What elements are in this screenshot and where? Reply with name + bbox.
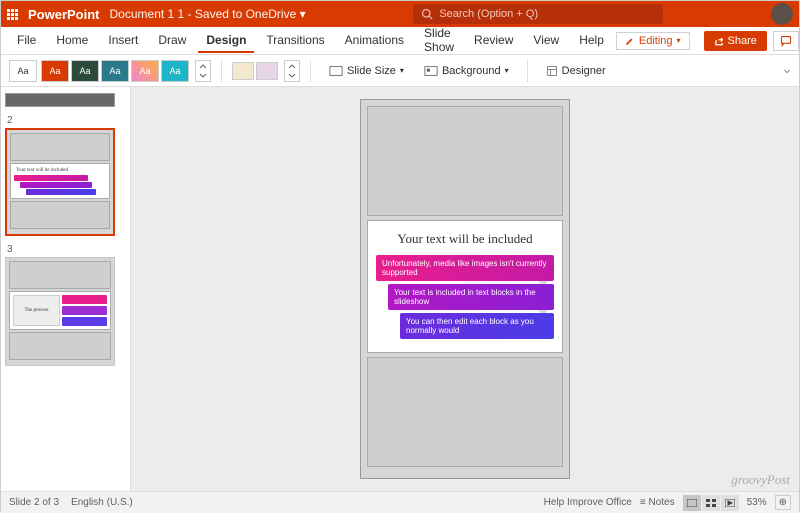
app-name: PowerPoint — [28, 7, 100, 22]
tab-review[interactable]: Review — [466, 29, 521, 53]
slide-size-button[interactable]: Slide Size ▾ — [321, 61, 412, 81]
title-bar: PowerPoint Document 1 1 - Saved to OneDr… — [1, 1, 799, 27]
variant-gallery — [232, 62, 278, 80]
slide-canvas[interactable]: Your text will be included Unfortunately… — [131, 87, 799, 491]
designer-icon — [546, 65, 558, 77]
tab-design[interactable]: Design — [198, 29, 254, 53]
thumbnail-slide-2[interactable]: 2 Your text will be included — [5, 115, 126, 236]
editing-mode-button[interactable]: Editing ▾ — [616, 32, 690, 50]
sorter-view-button[interactable] — [702, 495, 720, 511]
theme-more-button[interactable] — [195, 60, 211, 82]
search-icon — [421, 8, 433, 20]
share-icon — [714, 36, 724, 46]
comment-icon — [780, 35, 792, 47]
theme-swatch-3[interactable]: Aa — [101, 60, 129, 82]
normal-view-button[interactable] — [683, 495, 701, 511]
tab-home[interactable]: Home — [48, 29, 96, 53]
slide-block-3[interactable]: You can then edit each block as you norm… — [400, 313, 554, 339]
slide-content[interactable]: Your text will be included Unfortunately… — [367, 220, 563, 353]
thumbnail-slide-1-partial[interactable] — [5, 93, 126, 107]
slide-title-text[interactable]: Your text will be included — [376, 231, 554, 247]
tab-animations[interactable]: Animations — [337, 29, 412, 53]
tab-draw[interactable]: Draw — [150, 29, 194, 53]
app-launcher-icon[interactable] — [7, 9, 18, 20]
theme-swatch-4[interactable]: Aa — [131, 60, 159, 82]
comments-button[interactable] — [773, 31, 799, 51]
designer-button[interactable]: Designer — [538, 61, 614, 81]
zoom-level[interactable]: 53% — [747, 497, 767, 508]
current-slide[interactable]: Your text will be included Unfortunately… — [360, 99, 570, 479]
slide-counter[interactable]: Slide 2 of 3 — [9, 497, 59, 508]
variant-swatch-2[interactable] — [256, 62, 278, 80]
document-title[interactable]: Document 1 1 - Saved to OneDrive ▾ — [110, 7, 306, 21]
background-icon — [424, 65, 438, 77]
ribbon-collapse-button[interactable] — [783, 64, 791, 78]
fit-to-window-button[interactable]: ⊕ — [775, 495, 791, 510]
thumbnail-slide-3[interactable]: 3 The process — [5, 244, 126, 366]
view-mode-buttons — [683, 495, 739, 511]
theme-gallery: Aa Aa Aa Aa Aa — [41, 60, 189, 82]
share-button[interactable]: Share — [704, 31, 767, 51]
slide-top-placeholder[interactable] — [367, 106, 563, 216]
tab-help[interactable]: Help — [571, 29, 612, 53]
status-bar: Slide 2 of 3 English (U.S.) Help Improve… — [1, 491, 799, 513]
tab-file[interactable]: File — [9, 29, 44, 53]
design-ribbon: Aa Aa Aa Aa Aa Aa Slide Size ▾ Backgroun… — [1, 55, 799, 87]
slide-block-2[interactable]: Your text is included in text blocks in … — [388, 284, 554, 310]
variant-more-button[interactable] — [284, 60, 300, 82]
notes-toggle[interactable]: ≡ Notes — [640, 497, 675, 508]
help-improve-link[interactable]: Help Improve Office — [544, 497, 632, 508]
slide-bottom-placeholder[interactable] — [367, 357, 563, 467]
menu-bar: File Home Insert Draw Design Transitions… — [1, 27, 799, 55]
slide-block-1[interactable]: Unfortunately, media like images isn't c… — [376, 255, 554, 281]
slide-thumbnail-panel: 2 Your text will be included 3 The proce… — [1, 87, 131, 491]
tab-transitions[interactable]: Transitions — [258, 29, 332, 53]
theme-swatch-2[interactable]: Aa — [71, 60, 99, 82]
pencil-icon — [625, 36, 635, 46]
theme-font-swatch[interactable]: Aa — [9, 60, 37, 82]
variant-swatch-1[interactable] — [232, 62, 254, 80]
slide-size-icon — [329, 65, 343, 77]
tab-slideshow[interactable]: Slide Show — [416, 22, 462, 60]
theme-swatch-5[interactable]: Aa — [161, 60, 189, 82]
workspace: 2 Your text will be included 3 The proce… — [1, 87, 799, 491]
background-button[interactable]: Background ▾ — [416, 61, 517, 81]
theme-swatch-1[interactable]: Aa — [41, 60, 69, 82]
user-avatar[interactable] — [771, 3, 793, 25]
tab-view[interactable]: View — [525, 29, 567, 53]
language-indicator[interactable]: English (U.S.) — [71, 497, 133, 508]
reading-view-button[interactable] — [721, 495, 739, 511]
tab-insert[interactable]: Insert — [100, 29, 146, 53]
